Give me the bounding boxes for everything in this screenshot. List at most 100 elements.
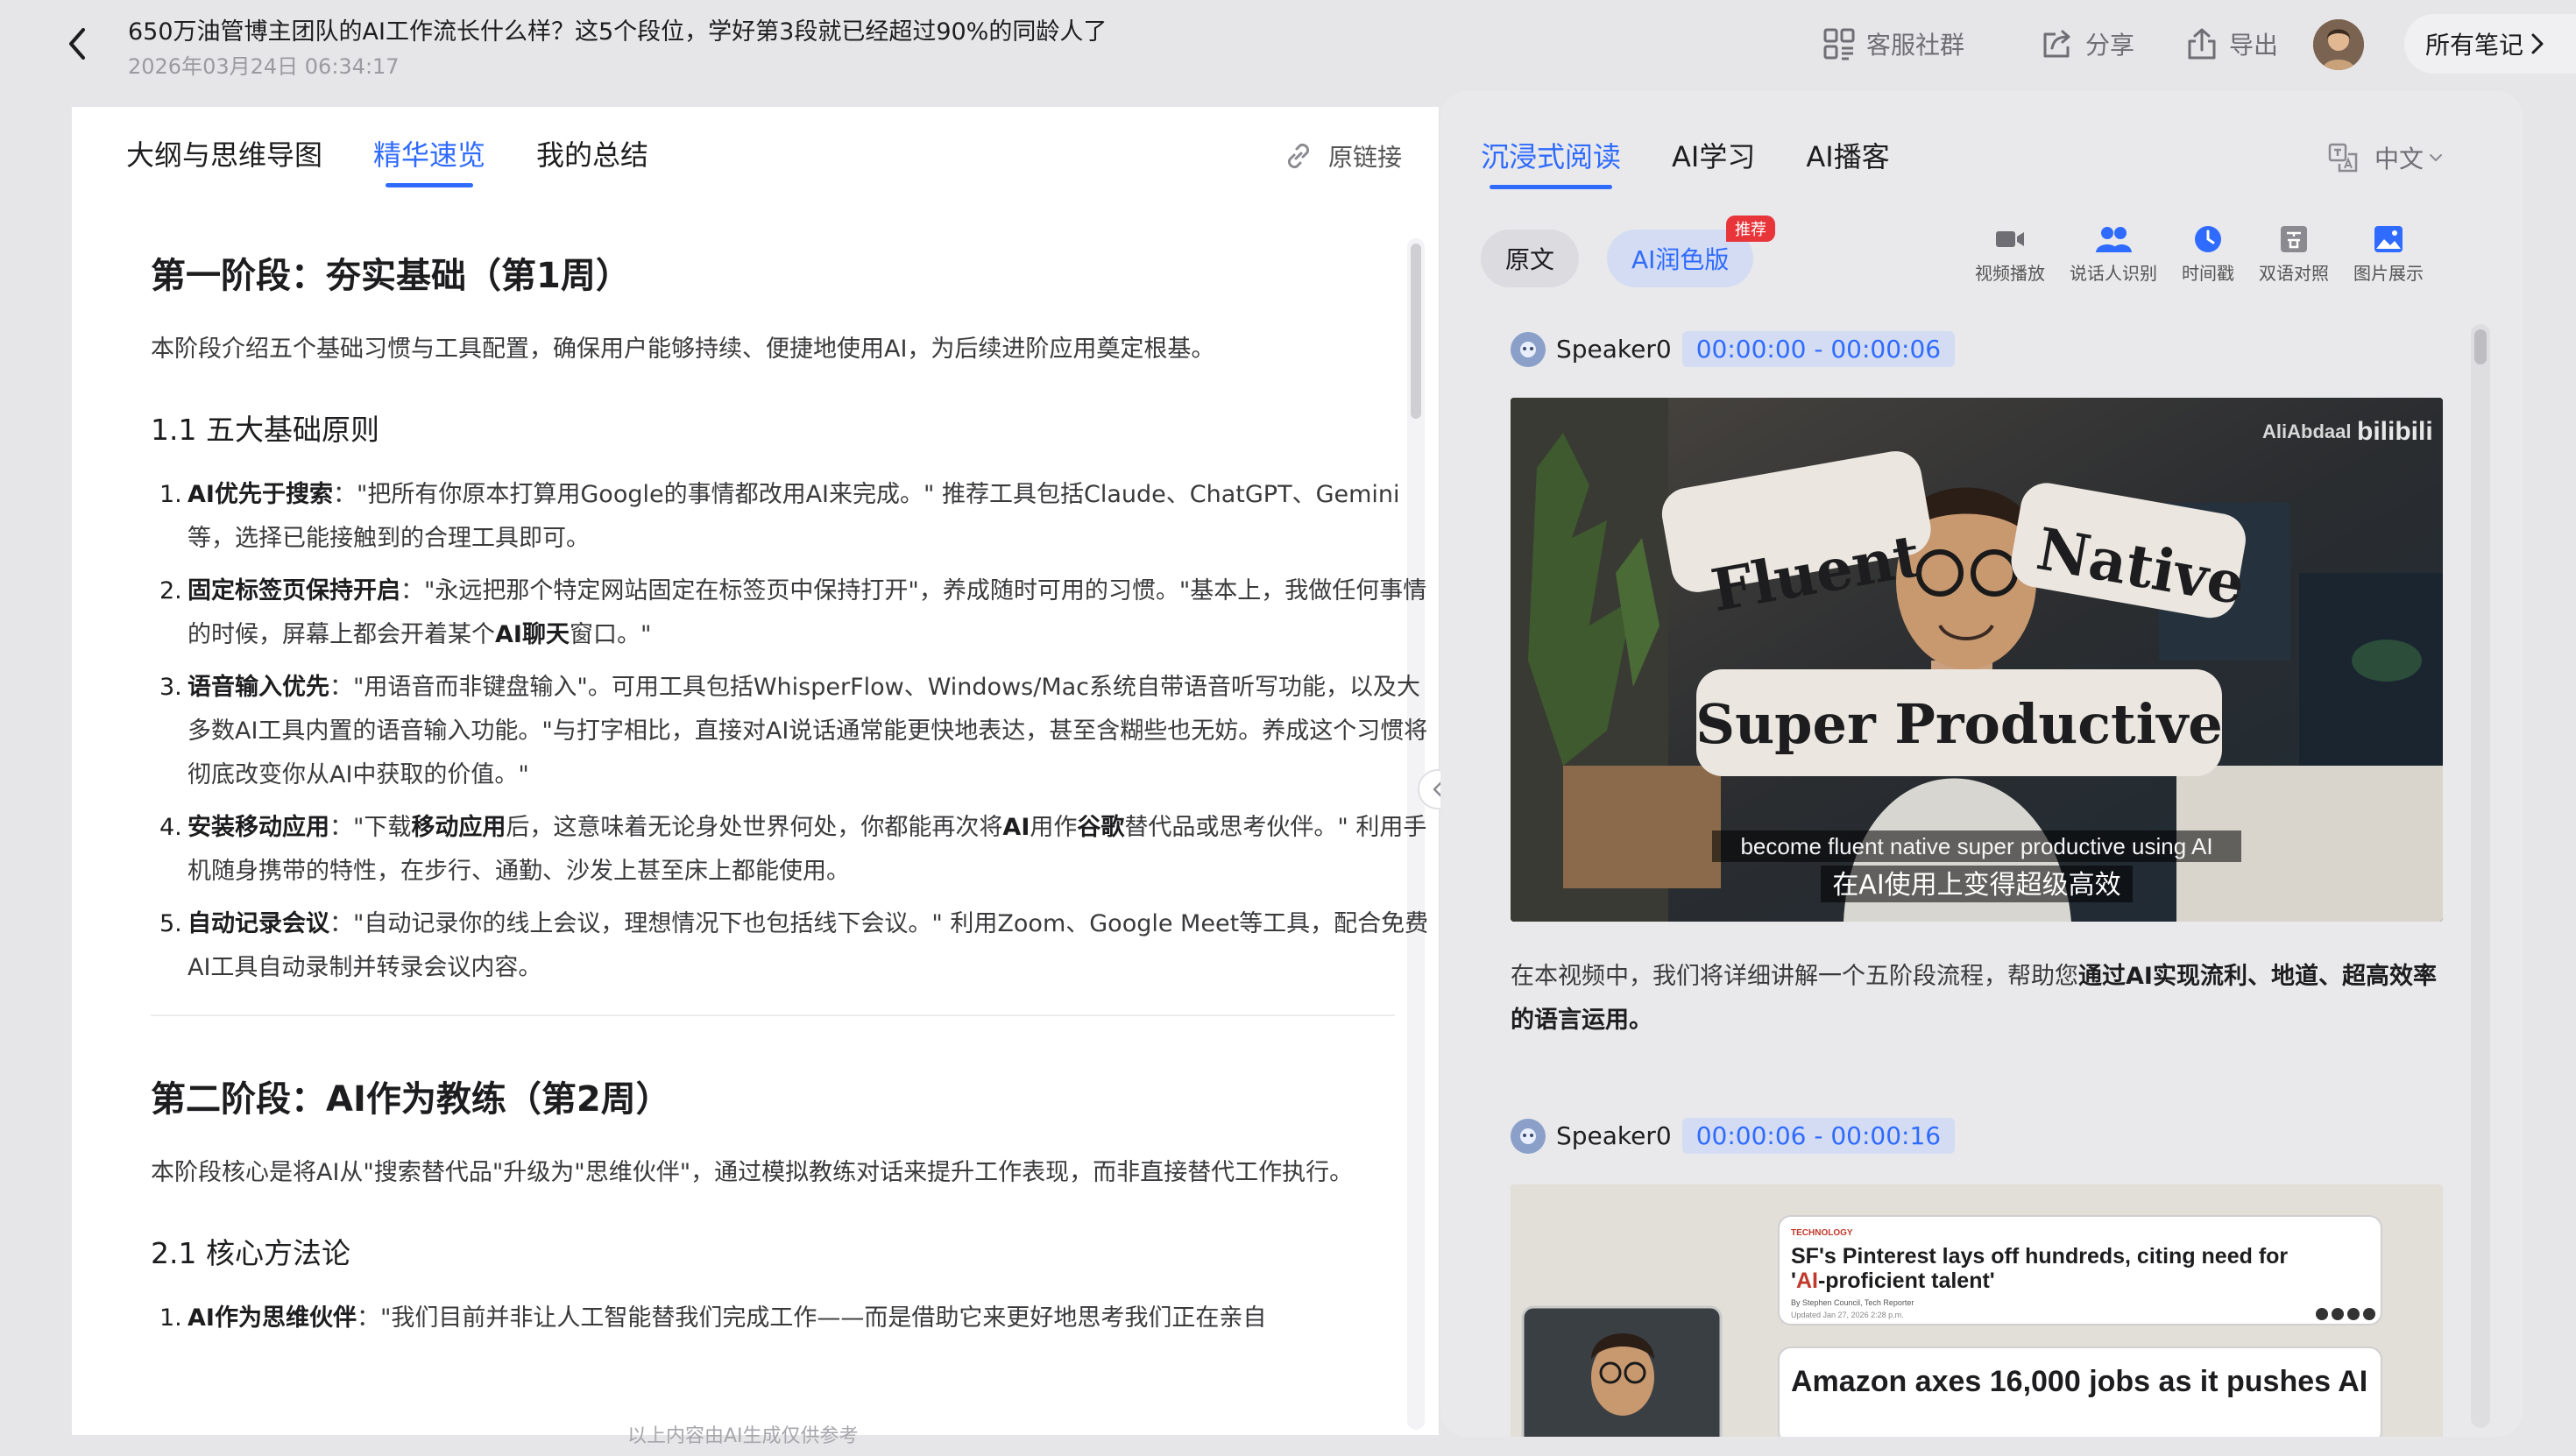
stage2-title: 第二阶段：AI作为教练（第2周） bbox=[151, 1079, 671, 1120]
speaker-icon bbox=[1511, 1118, 1546, 1154]
speaker-recognition-tool[interactable]: 说话人识别 bbox=[2057, 224, 2169, 285]
list-item: 2. 固定标签页保持开启："永远把那个特定网站固定在标签页中保持打开"，养成随时… bbox=[151, 569, 1430, 657]
list-item-emphasis: 移动应用 bbox=[411, 814, 506, 841]
list-item-label: AI作为思维伙伴 bbox=[188, 1304, 357, 1332]
export-button[interactable]: 导出 bbox=[2185, 25, 2278, 63]
document-title: 650万油管博主团队的AI工作流长什么样？这5个段位，学好第3段就已经超过90%… bbox=[128, 18, 1108, 46]
reader-toolbar: 视频播放 说话人识别 时间戳 双语对照 图片展示 bbox=[1963, 224, 2436, 285]
list-item-emphasis: 谷歌 bbox=[1077, 814, 1125, 841]
link-icon bbox=[1287, 143, 1310, 169]
list-item-emphasis: AI聊天 bbox=[495, 621, 570, 648]
timestamp-chip[interactable]: 00:00:00 - 00:00:06 bbox=[1681, 331, 1956, 367]
video-watermark: AliAbdaal bbox=[2262, 421, 2351, 442]
users-icon bbox=[2096, 227, 2132, 252]
tab-ai-podcast[interactable]: AI播客 bbox=[1806, 135, 1889, 189]
all-notes-label: 所有笔记 bbox=[2425, 31, 2524, 60]
chevron-left-icon bbox=[69, 28, 85, 60]
segment-header: Speaker0 00:00:00 - 00:00:06 bbox=[1511, 331, 1956, 367]
list-item-text: ："把所有你原本打算用Google的事情都改用AI来完成。" 推荐工具包括Cla… bbox=[188, 481, 1400, 552]
list-item: 5. 自动记录会议："自动记录你的线上会议，理想情况下也包括线下会议。" 利用Z… bbox=[151, 902, 1430, 990]
segment-header: Speaker0 00:00:06 - 00:00:16 bbox=[1511, 1118, 1956, 1154]
video-camera-icon bbox=[1996, 231, 2024, 247]
timestamp-chip[interactable]: 00:00:06 - 00:00:16 bbox=[1681, 1118, 1956, 1154]
segment-text: 在本视频中，我们将详细讲解一个五阶段流程，帮助您通过AI实现流利、地道、超高效率… bbox=[1511, 955, 2448, 1043]
video-word-productive: Super Productive bbox=[1695, 692, 2222, 756]
list-item-text: ："我们目前并非让人工智能替我们完成工作——而是借助它来更好地思考我们正在亲自 bbox=[356, 1304, 1267, 1332]
reader-tabs: 沉浸式阅读 AI学习 AI播客 bbox=[1481, 135, 1890, 189]
chevron-down-icon bbox=[2430, 154, 2443, 162]
video-subtitle-zh: 在AI使用上变得超级高效 bbox=[1832, 870, 2120, 901]
original-link[interactable]: 原链接 bbox=[1281, 138, 1402, 173]
chevron-right-icon bbox=[2531, 33, 2544, 54]
timestamp-tool[interactable]: 时间戳 bbox=[2169, 224, 2247, 285]
summary-content: 第一阶段：夯实基础（第1周） 本阶段介绍五个基础习惯与工具配置，确保用户能够持续… bbox=[151, 247, 1430, 1435]
share-label: 分享 bbox=[2085, 31, 2135, 60]
tab-ai-learning[interactable]: AI学习 bbox=[1672, 135, 1755, 189]
grid-icon bbox=[1823, 28, 1855, 60]
language-label: 中文 bbox=[2374, 145, 2424, 173]
list-item-emphasis: AI bbox=[1002, 814, 1030, 841]
video-thumbnail: TECHNOLOGY SF's Pinterest lays off hundr… bbox=[1511, 1184, 2443, 1437]
list-number: 4. bbox=[159, 814, 182, 841]
speaker-icon bbox=[1511, 331, 1546, 367]
tab-outline-mindmap[interactable]: 大纲与思维导图 bbox=[126, 133, 322, 187]
speaker-name: Speaker0 bbox=[1556, 335, 1672, 364]
list-item: 4. 安装移动应用："下载移动应用后，这意味着无论身处世界何处，你都能再次将AI… bbox=[151, 806, 1430, 894]
community-button[interactable]: 客服社群 bbox=[1822, 25, 1964, 63]
list-item: 1. AI优先于搜索："把所有你原本打算用Google的事情都改用AI来完成。"… bbox=[151, 473, 1430, 561]
transcript: Speaker0 00:00:00 - 00:00:06 Fluent Nati… bbox=[1440, 310, 2523, 1437]
translate-box-icon bbox=[2281, 226, 2307, 252]
video-frame[interactable]: TECHNOLOGY SF's Pinterest lays off hundr… bbox=[1511, 1184, 2443, 1437]
tool-label: 图片展示 bbox=[2353, 263, 2424, 284]
stage2-lead: 本阶段核心是将AI从"搜索替代品"升级为"思维伙伴"，通过模拟教练对话来提升工作… bbox=[151, 1159, 1354, 1186]
list-item-text: ："自动记录你的线上会议，理想情况下也包括线下会议。" 利用Zoom、Googl… bbox=[188, 910, 1429, 981]
list-item-text: 窗口。" bbox=[569, 621, 652, 648]
article-headline-2: Amazon axes 16,000 jobs as it pushes AI bbox=[1791, 1365, 2367, 1398]
list-item-text: 后，这意味着无论身处世界何处，你都能再次将 bbox=[506, 814, 1003, 841]
tool-label: 说话人识别 bbox=[2070, 263, 2157, 284]
stage1-title: 第一阶段：夯实基础（第1周） bbox=[151, 256, 631, 296]
stage1-lead: 本阶段介绍五个基础习惯与工具配置，确保用户能够持续、便捷地使用AI，为后续进阶应… bbox=[151, 336, 1215, 363]
bilingual-tool[interactable]: 双语对照 bbox=[2247, 224, 2341, 285]
segment-text-body: 在本视频中，我们将详细讲解一个五阶段流程，帮助您 bbox=[1511, 963, 2078, 990]
clock-icon bbox=[2195, 226, 2221, 252]
document-date: 2026年03月24日 06:34:17 bbox=[128, 54, 400, 79]
translate-icon bbox=[2328, 143, 2358, 173]
article-headline-line2: 'AI-proficient talent' bbox=[1791, 1269, 1995, 1293]
community-label: 客服社群 bbox=[1866, 31, 1965, 60]
list-item-text: ："下载 bbox=[329, 814, 412, 841]
tool-label: 视频播放 bbox=[1975, 263, 2045, 284]
tab-immersive-reading[interactable]: 沉浸式阅读 bbox=[1481, 135, 1621, 189]
list-number: 2. bbox=[159, 577, 182, 604]
all-notes-button[interactable]: 所有笔记 bbox=[2404, 14, 2576, 74]
export-icon bbox=[2188, 28, 2216, 60]
list-item: 1. AI作为思维伙伴："我们目前并非让人工智能替我们完成工作——而是借助它来更… bbox=[151, 1297, 1430, 1340]
speaker-name: Speaker0 bbox=[1556, 1121, 1672, 1150]
image-icon bbox=[2374, 226, 2403, 252]
tab-my-summary[interactable]: 我的总结 bbox=[536, 133, 648, 187]
image-display-tool[interactable]: 图片展示 bbox=[2341, 224, 2436, 285]
list-number: 5. bbox=[159, 910, 182, 937]
list-item-label: 自动记录会议 bbox=[188, 910, 329, 937]
article-headline-rest: -proficient talent' bbox=[1818, 1269, 1995, 1293]
language-select[interactable]: 中文 bbox=[2327, 140, 2443, 175]
original-text-toggle[interactable]: 原文 bbox=[1481, 230, 1580, 287]
share-button[interactable]: 分享 bbox=[2042, 25, 2134, 63]
list-item-label: AI优先于搜索 bbox=[188, 481, 333, 508]
video-playback-tool[interactable]: 视频播放 bbox=[1963, 224, 2057, 285]
tab-highlights[interactable]: 精华速览 bbox=[373, 133, 485, 187]
video-thumbnail: Fluent Native Super Productive AliAbdaal… bbox=[1511, 398, 2443, 922]
list-number: 3. bbox=[159, 674, 182, 701]
app-window: 650万油管博主团队的AI工作流长什么样？这5个段位，学好第3段就已经超过90%… bbox=[0, 0, 2576, 1456]
ai-disclaimer: 以上内容由AI生成仅供参考 bbox=[627, 1425, 859, 1447]
share-icon bbox=[2043, 30, 2070, 58]
video-frame[interactable]: Fluent Native Super Productive AliAbdaal… bbox=[1511, 398, 2443, 922]
recommend-badge: 推荐 bbox=[1726, 216, 1775, 242]
top-bar: 650万油管博主团队的AI工作流长什么样？这5个段位，学好第3段就已经超过90%… bbox=[0, 0, 2576, 88]
user-avatar[interactable] bbox=[2313, 19, 2364, 70]
list-item-label: 安装移动应用 bbox=[188, 814, 329, 841]
article-tag: TECHNOLOGY bbox=[1791, 1228, 1853, 1238]
back-button[interactable] bbox=[56, 23, 98, 65]
article-byline: By Stephen Council, Tech Reporter bbox=[1791, 1298, 1914, 1307]
list-item-text: 用作 bbox=[1030, 814, 1078, 841]
